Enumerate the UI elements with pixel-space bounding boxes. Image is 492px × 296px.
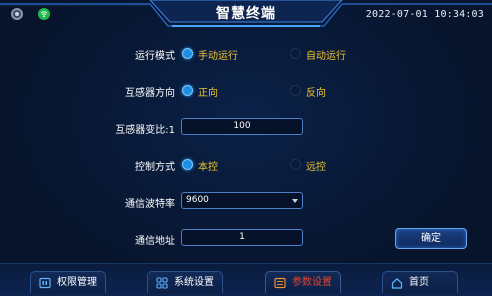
- nav-home-label: 首页: [409, 277, 429, 288]
- control-local-label[interactable]: 本控: [198, 158, 218, 173]
- bottom-nav: 权限管理 系统设置 参数设置 首页: [0, 263, 492, 296]
- datetime-display: 2022-07-01 10:34:03: [365, 9, 484, 20]
- baud-rate-select[interactable]: 9600: [181, 192, 303, 209]
- parameters-icon: [274, 277, 286, 289]
- nav-system-settings[interactable]: 系统设置: [147, 271, 223, 293]
- baud-rate-value: 9600: [186, 195, 209, 205]
- nav-home[interactable]: 首页: [382, 271, 458, 293]
- control-local-radio[interactable]: [182, 159, 193, 170]
- control-remote-radio[interactable]: [290, 159, 301, 170]
- permissions-icon: [39, 277, 51, 289]
- run-mode-manual-radio[interactable]: [182, 48, 193, 59]
- run-mode-label: 运行模式: [135, 51, 175, 62]
- direction-reverse-label[interactable]: 反向: [306, 84, 326, 99]
- nav-permissions[interactable]: 权限管理: [30, 271, 106, 293]
- run-mode-auto-label[interactable]: 自动运行: [306, 47, 346, 62]
- nav-permissions-label: 权限管理: [57, 277, 97, 288]
- home-icon: [391, 278, 403, 289]
- nav-system-settings-label: 系统设置: [174, 277, 214, 288]
- control-remote-label[interactable]: 远控: [306, 158, 326, 173]
- comm-address-input[interactable]: 1: [181, 229, 303, 246]
- nav-parameter-settings[interactable]: 参数设置: [265, 271, 341, 293]
- nav-parameter-settings-label: 参数设置: [292, 277, 332, 288]
- control-mode-label: 控制方式: [135, 162, 175, 173]
- direction-forward-radio[interactable]: [182, 85, 193, 96]
- run-mode-manual-label[interactable]: 手动运行: [198, 47, 238, 62]
- comm-address-label: 通信地址: [135, 236, 175, 247]
- transformer-ratio-label: 互感器变比:1: [115, 125, 175, 136]
- direction-forward-label[interactable]: 正向: [198, 84, 218, 99]
- chevron-down-icon: [292, 199, 298, 203]
- grid-icon: [156, 277, 168, 289]
- transformer-ratio-input[interactable]: 100: [181, 118, 303, 135]
- baud-rate-label: 通信波特率: [125, 199, 175, 210]
- screen: 智慧终端 2022-07-01 10:34:03 运行模式 手动运行 自动运行 …: [0, 0, 492, 296]
- page-title: 智慧终端: [216, 6, 276, 22]
- run-mode-auto-radio[interactable]: [290, 48, 301, 59]
- transformer-direction-label: 互感器方向: [125, 88, 175, 99]
- direction-reverse-radio[interactable]: [290, 85, 301, 96]
- wifi-icon: [38, 8, 50, 20]
- confirm-button[interactable]: 确定: [395, 228, 467, 249]
- header: 智慧终端 2022-07-01 10:34:03: [0, 0, 492, 34]
- record-icon: [11, 8, 23, 20]
